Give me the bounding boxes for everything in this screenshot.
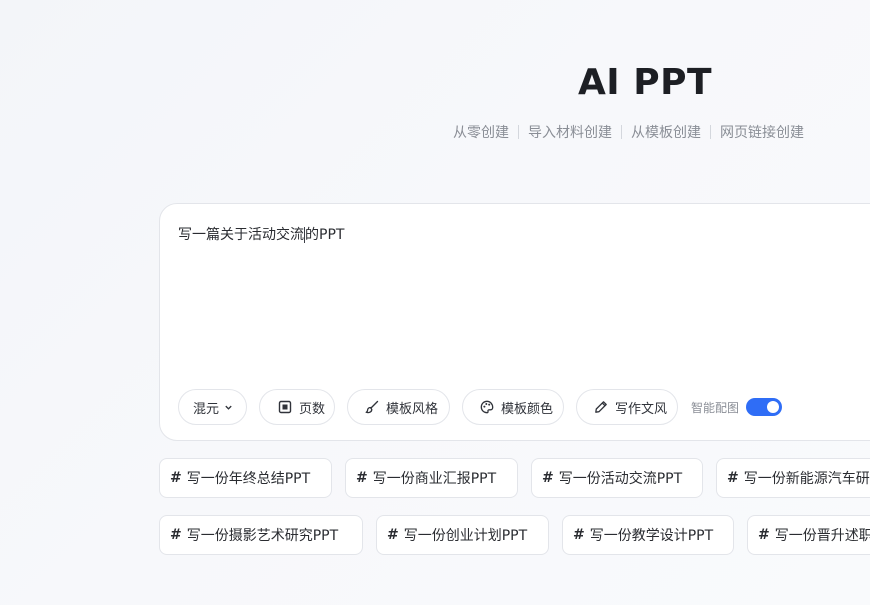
pages-button[interactable]: 页数 (259, 389, 335, 425)
suggestion-chip[interactable]: # 写一份新能源汽车研究PPT (716, 458, 870, 498)
model-select-label: 混元 (193, 401, 220, 417)
suggestion-label: 写一份创业计划PPT (403, 528, 528, 544)
suggestion-chip[interactable]: # 写一份年终总结PPT (159, 458, 332, 498)
toggle-knob (767, 401, 780, 413)
creation-mode-tabs: 从零创建 导入材料创建 从模板创建 网页链接创建 (453, 122, 804, 142)
suggestion-chip[interactable]: # 写一份教学设计PPT (562, 515, 734, 555)
template-color-button[interactable]: 模板颜色 (462, 389, 564, 425)
template-style-label: 模板风格 (386, 401, 439, 417)
template-style-button[interactable]: 模板风格 (347, 389, 450, 425)
hash-icon: # (542, 470, 554, 486)
suggestion-chip[interactable]: # 写一份摄影艺术研究PPT (159, 515, 363, 555)
template-color-label: 模板颜色 (501, 401, 554, 417)
suggestion-label: 写一份活动交流PPT (558, 471, 683, 487)
suggestion-label: 写一份摄影艺术研究PPT (186, 528, 339, 544)
palette-icon (479, 399, 495, 415)
tab-import-material[interactable]: 导入材料创建 (528, 122, 612, 142)
hash-icon: # (758, 527, 770, 543)
prompt-card: 写一篇关于活动交流的PPT 混元 页数 模板风格 模板颜色 写作文风 智能配图 (159, 203, 870, 441)
prompt-input[interactable]: 写一篇关于活动交流的PPT (178, 224, 344, 244)
hash-icon: # (727, 470, 739, 486)
page-title: AI PPT (577, 62, 713, 103)
writing-style-label: 写作文风 (615, 401, 668, 417)
smart-image-toggle[interactable] (746, 398, 783, 416)
pages-button-label: 页数 (299, 401, 326, 417)
suggestion-label: 写一份晋升述职PPT (774, 528, 870, 544)
hash-icon: # (170, 527, 182, 543)
tab-from-scratch[interactable]: 从零创建 (453, 122, 509, 142)
prompt-text-after: 的PPT (305, 227, 345, 243)
suggestion-label: 写一份新能源汽车研究PPT (743, 471, 870, 487)
hash-icon: # (573, 527, 585, 543)
model-select[interactable]: 混元 (178, 389, 247, 425)
page: AI PPT 从零创建 导入材料创建 从模板创建 网页链接创建 写一篇关于活动交… (0, 0, 870, 605)
suggestion-chip[interactable]: # 写一份晋升述职PPT (747, 515, 870, 555)
grid-icon (277, 399, 293, 415)
smart-image-label: 智能配图 (691, 400, 740, 415)
tab-from-template[interactable]: 从模板创建 (631, 122, 701, 142)
suggestion-chip[interactable]: # 写一份活动交流PPT (531, 458, 703, 498)
divider (710, 125, 711, 139)
suggestion-chip[interactable]: # 写一份创业计划PPT (376, 515, 549, 555)
suggestion-chip[interactable]: # 写一份商业汇报PPT (345, 458, 518, 498)
chevron-down-icon (224, 403, 233, 412)
divider (518, 125, 519, 139)
divider (621, 125, 622, 139)
writing-style-button[interactable]: 写作文风 (576, 389, 678, 425)
suggestion-label: 写一份年终总结PPT (186, 471, 311, 487)
hash-icon: # (170, 470, 182, 486)
suggestion-label: 写一份商业汇报PPT (372, 471, 497, 487)
prompt-text-before: 写一篇关于活动交流 (178, 227, 304, 243)
brush-icon (364, 399, 380, 415)
tab-from-web-link[interactable]: 网页链接创建 (720, 122, 804, 142)
pen-icon (593, 399, 609, 415)
suggestion-label: 写一份教学设计PPT (589, 528, 714, 544)
hash-icon: # (356, 470, 368, 486)
smart-image-setting: 智能配图 (691, 398, 783, 416)
hash-icon: # (387, 527, 399, 543)
